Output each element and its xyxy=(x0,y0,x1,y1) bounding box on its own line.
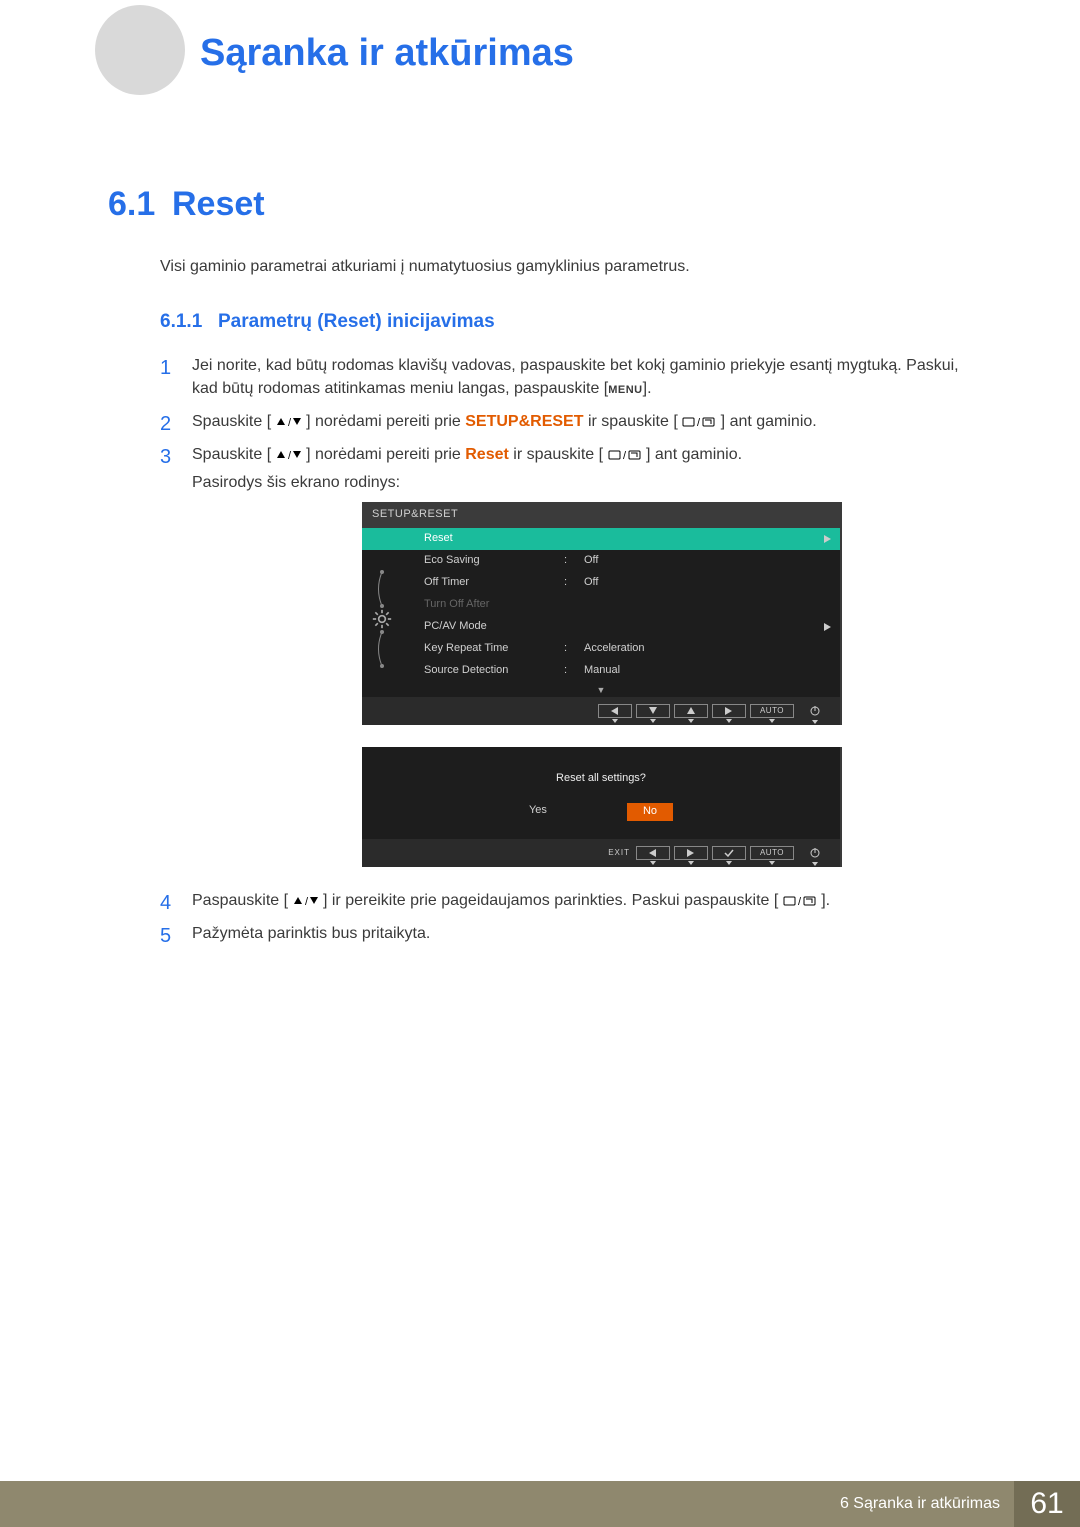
up-down-icon: / xyxy=(276,410,302,433)
osd-row-label: Eco Saving xyxy=(424,553,564,569)
osd-row-label: Turn Off After xyxy=(424,597,564,613)
body: Visi gaminio parametrai atkuriami į numa… xyxy=(160,255,980,955)
step-text-b: ] norėdami pereiti prie xyxy=(306,413,465,430)
subsection-title: Parametrų (Reset) inicijavimas xyxy=(218,311,495,332)
svg-text:/: / xyxy=(623,450,627,461)
setup-reset-keyword: SETUP&RESET xyxy=(465,413,583,430)
reset-keyword: Reset xyxy=(465,446,509,463)
subsection-number: 6.1.1 xyxy=(160,308,218,336)
osd-row: Source Detection:Manual xyxy=(362,660,840,682)
step-1: 1 Jei norite, kad būtų rodomas klavišų v… xyxy=(160,354,980,400)
step-number: 2 xyxy=(160,410,171,439)
intro-text: Visi gaminio parametrai atkuriami į numa… xyxy=(160,255,980,278)
auto-button: AUTO xyxy=(750,704,794,718)
confirm-icon: / xyxy=(608,444,642,467)
step-2: 2 Spauskite [ / ] norėdami pereiti prie … xyxy=(160,410,980,433)
step-text-c: ]. xyxy=(821,892,830,909)
step-text-d: ] ant gaminio. xyxy=(721,413,817,430)
step-text-a: Spauskite [ xyxy=(192,413,271,430)
nav-left-icon xyxy=(636,846,670,860)
nav-up-icon xyxy=(674,704,708,718)
osd-question: Reset all settings? xyxy=(362,753,840,803)
scroll-down-icon: ▼ xyxy=(362,682,840,697)
page-number: 61 xyxy=(1014,1481,1080,1527)
triangle-right-icon xyxy=(824,528,832,550)
footer-text: 6 Sąranka ir atkūrimas xyxy=(840,1495,1000,1513)
osd-row-label: Reset xyxy=(424,531,564,547)
osd-row-label: Source Detection xyxy=(424,663,564,679)
nav-right-icon xyxy=(712,704,746,718)
osd-row-value: Off xyxy=(584,575,840,591)
section-title: Reset xyxy=(172,185,265,223)
osd-yes-no-row: Yes No xyxy=(362,803,840,839)
step-text-c: ir spauskite [ xyxy=(584,413,678,430)
step-text-b: ] ir pereikite prie pageidaujamos parink… xyxy=(323,892,778,909)
chapter-circle-icon xyxy=(95,5,185,95)
step-number: 1 xyxy=(160,354,171,383)
triangle-right-icon xyxy=(824,616,832,638)
up-down-icon: / xyxy=(276,444,302,467)
menu-keyword: MENU xyxy=(608,384,642,396)
step-number: 4 xyxy=(160,889,171,918)
chapter-title: Sąranka ir atkūrimas xyxy=(200,32,574,75)
step-3-after: Pasirodys šis ekrano rodinys: xyxy=(192,471,980,494)
page: { "chapter_title": "Sąranka ir atkūrimas… xyxy=(0,0,1080,1527)
nav-right-icon xyxy=(674,846,708,860)
step-4: 4 Paspauskite [ / ] ir pereikite prie pa… xyxy=(160,889,980,912)
nav-down-icon xyxy=(636,704,670,718)
osd-row-value: Acceleration xyxy=(584,641,840,657)
up-down-icon: / xyxy=(293,889,319,912)
footer: 6 Sąranka ir atkūrimas 61 xyxy=(0,1481,1080,1527)
svg-text:/: / xyxy=(288,417,292,428)
osd-row-disabled: Turn Off After xyxy=(362,594,840,616)
osd-row-label: Key Repeat Time xyxy=(424,641,564,657)
osd-row: Key Repeat Time:Acceleration xyxy=(362,638,840,660)
step-number: 5 xyxy=(160,922,171,951)
step-text-a: Pažymėta parinktis bus pritaikyta. xyxy=(192,925,430,942)
step-text-a: Paspauskite [ xyxy=(192,892,288,909)
osd-screenshots: SETUP&RESET Reset Eco Saving:Off Off Tim… xyxy=(224,502,980,867)
step-text-b: ]. xyxy=(643,380,652,397)
osd-confirm-reset: Reset all settings? Yes No EXIT AUTO xyxy=(362,747,842,867)
osd-setup-reset: SETUP&RESET Reset Eco Saving:Off Off Tim… xyxy=(362,502,842,725)
osd-row-label: Off Timer xyxy=(424,575,564,591)
step-text-a: Spauskite [ xyxy=(192,446,271,463)
step-text: Jei norite, kad būtų rodomas klavišų vad… xyxy=(192,357,959,397)
osd-no-selected: No xyxy=(627,803,673,821)
confirm-icon: / xyxy=(783,889,817,912)
osd-row: PC/AV Mode xyxy=(362,616,840,638)
step-text-c: ir spauskite [ xyxy=(509,446,603,463)
steps-list: 1 Jei norite, kad būtų rodomas klavišų v… xyxy=(160,354,980,946)
exit-label: EXIT xyxy=(608,847,630,859)
osd-title: SETUP&RESET xyxy=(362,502,840,528)
confirm-icon: / xyxy=(682,410,716,433)
osd-row-reset: Reset xyxy=(362,528,840,550)
osd-row-value: Manual xyxy=(584,663,840,679)
step-text-d: ] ant gaminio. xyxy=(646,446,742,463)
svg-text:/: / xyxy=(798,896,802,907)
osd-row-label: PC/AV Mode xyxy=(424,619,564,635)
osd-row: Off Timer:Off xyxy=(362,572,840,594)
subsection-heading: 6.1.1Parametrų (Reset) inicijavimas xyxy=(160,308,980,336)
step-5: 5 Pažymėta parinktis bus pritaikyta. xyxy=(160,922,980,945)
svg-text:/: / xyxy=(305,896,309,907)
osd-bottom-bar: AUTO xyxy=(362,697,840,725)
step-number: 3 xyxy=(160,443,171,472)
svg-text:/: / xyxy=(288,450,292,461)
osd-bottom-bar: EXIT AUTO xyxy=(362,839,840,867)
svg-text:/: / xyxy=(697,417,701,428)
nav-enter-icon xyxy=(712,846,746,860)
power-icon xyxy=(798,704,832,718)
osd-row: Eco Saving:Off xyxy=(362,550,840,572)
osd-row-value: Off xyxy=(584,553,840,569)
step-text-b: ] norėdami pereiti prie xyxy=(306,446,465,463)
osd-yes: Yes xyxy=(529,803,547,821)
section-number: 6.1 xyxy=(108,185,172,224)
power-icon xyxy=(798,846,832,860)
auto-button: AUTO xyxy=(750,846,794,860)
nav-left-icon xyxy=(598,704,632,718)
step-3: 3 Spauskite [ / ] norėdami pereiti prie … xyxy=(160,443,980,866)
section-heading: 6.1Reset xyxy=(108,185,265,224)
